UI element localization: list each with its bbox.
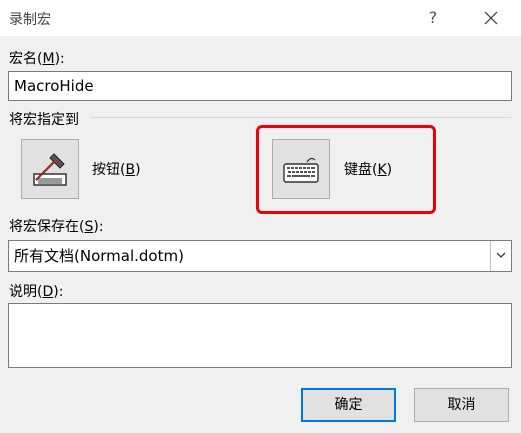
button-toolbar-icon xyxy=(33,153,67,186)
close-icon xyxy=(484,11,498,25)
close-button[interactable] xyxy=(477,6,505,30)
macro-name-input[interactable]: MacroHide xyxy=(8,71,512,101)
keyboard-highlight-box xyxy=(256,125,436,214)
chevron-down-icon xyxy=(496,252,506,258)
title-bar: 录制宏 ? xyxy=(0,0,521,36)
macro-name-value: MacroHide xyxy=(14,77,94,95)
description-textarea[interactable] xyxy=(8,303,512,368)
help-button[interactable]: ? xyxy=(419,6,447,30)
macro-name-label: 宏名(M): xyxy=(9,51,65,67)
assign-group-label: 将宏指定到 xyxy=(9,112,79,128)
group-separator xyxy=(90,117,511,118)
store-in-dropdown[interactable]: 所有文档(Normal.dotm) xyxy=(8,240,512,272)
store-in-label: 将宏保存在(S): xyxy=(9,219,104,235)
assign-to-button-button[interactable] xyxy=(21,139,79,199)
ok-button[interactable]: 确定 xyxy=(301,388,396,422)
dialog-title: 录制宏 xyxy=(9,12,51,28)
dropdown-button[interactable] xyxy=(490,241,511,271)
store-in-selected: 所有文档(Normal.dotm) xyxy=(14,247,184,265)
description-label: 说明(D): xyxy=(9,284,64,300)
button-option-label: 按钮(B) xyxy=(92,162,141,178)
cancel-button[interactable]: 取消 xyxy=(414,388,509,422)
